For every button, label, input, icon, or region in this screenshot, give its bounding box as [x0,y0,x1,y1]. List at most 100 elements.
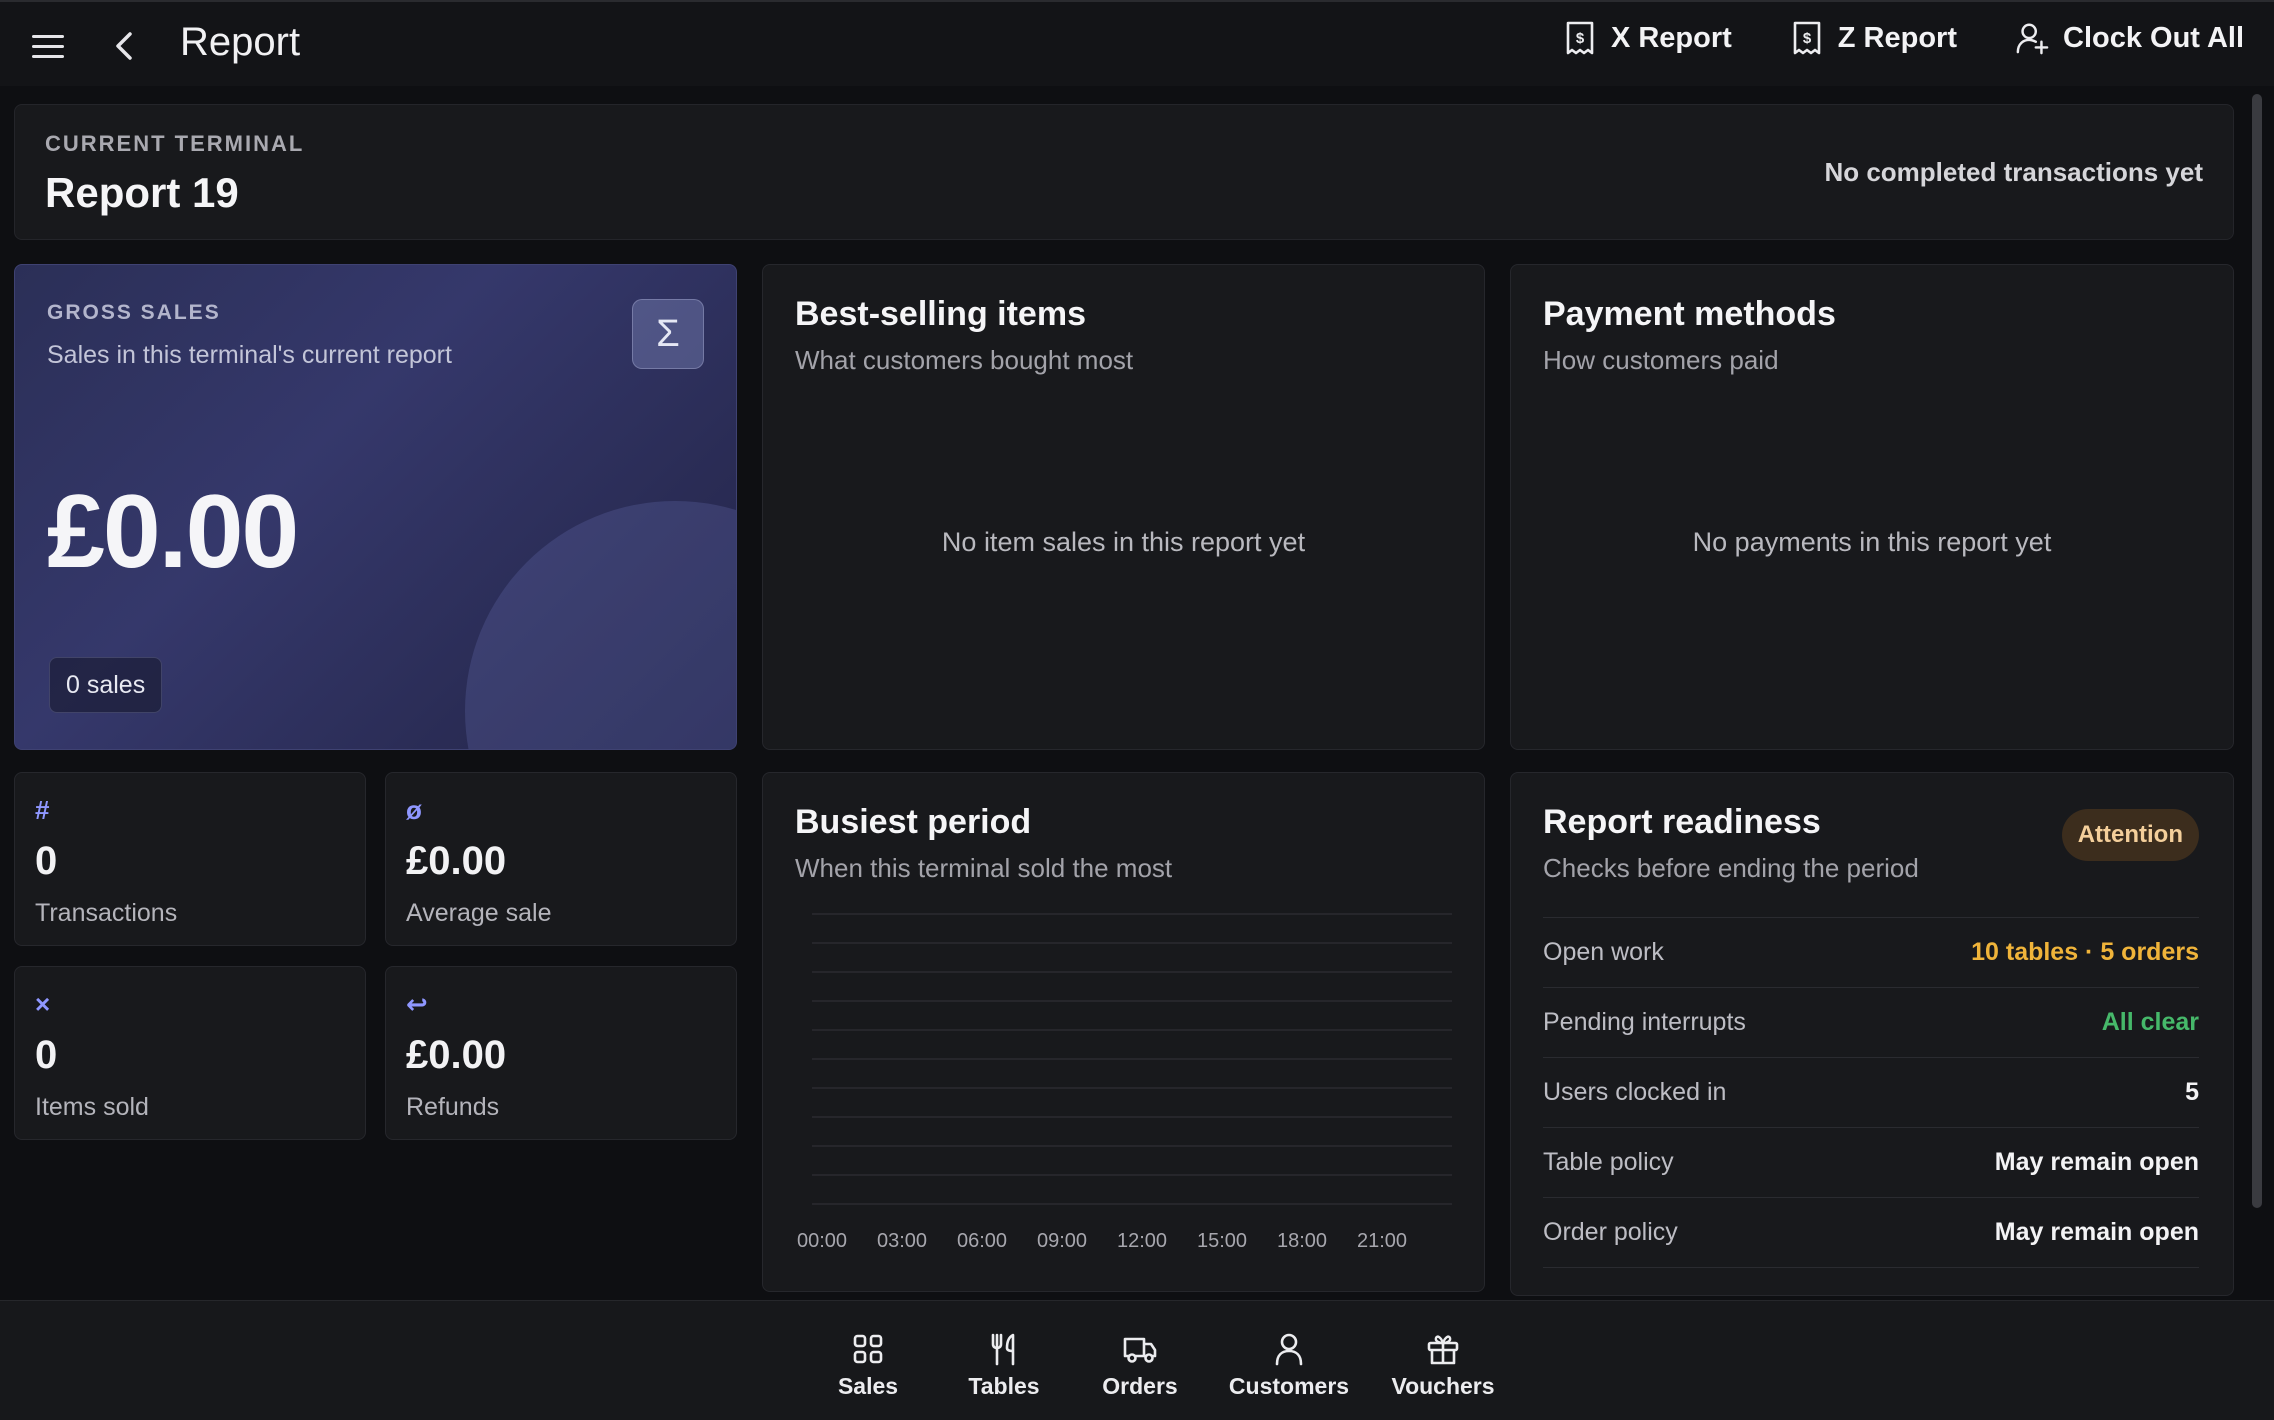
chart-tick-label: 00:00 [797,1230,848,1252]
hash-icon: # [35,795,50,825]
hour-axis: 00:00 03:00 06:00 09:00 12:00 15:00 18:00 21:00 [797,1230,1437,1260]
best-selling-title: Best-selling items [795,295,1086,333]
readiness-key: Users clocked in [1543,1078,1727,1106]
gross-sales-subtitle: Sales in this terminal's current report [47,341,452,369]
readiness-row-divider [1543,1267,2199,1295]
stat-label: Items sold [35,1093,149,1121]
clock-out-all-label: Clock Out All [2063,21,2244,54]
payment-methods-card: Payment methods How customers paid No pa… [1510,264,2234,750]
readiness-value: May remain open [1994,1218,2199,1246]
receipt-icon: $ [1566,21,1594,55]
readiness-key: Table policy [1543,1148,1674,1176]
readiness-row-users-clocked-in: Users clocked in 5 [1543,1057,2199,1127]
chart-tick-label: 09:00 [1037,1230,1088,1252]
stat-value: 0 [35,839,58,883]
x-report-label: X Report [1610,21,1732,54]
nav-label: Customers [1228,1373,1350,1399]
busiest-period-title: Busiest period [795,803,1032,841]
gross-sales-value: £0.00 [47,474,299,590]
decorative-circle [465,501,736,749]
busiest-period-subtitle: When this terminal sold the most [795,853,1173,883]
stat-label: Transactions [35,899,178,927]
readiness-list: Open work 10 tables · 5 orders Pending i… [1543,917,2199,1295]
best-selling-subtitle: What customers bought most [795,345,1134,375]
payment-methods-subtitle: How customers paid [1543,345,1779,375]
payment-methods-empty: No payments in this report yet [1692,527,2052,557]
gift-icon [1427,1335,1459,1365]
stat-label: Average sale [406,899,552,927]
readiness-value: May remain open [1994,1148,2199,1176]
nav-item-vouchers[interactable]: Vouchers [1370,1331,1516,1400]
stat-value: £0.00 [406,1033,507,1077]
menu-icon[interactable] [28,26,68,66]
chart-tick-label: 03:00 [877,1230,928,1252]
nav-label: Orders [1102,1373,1178,1399]
user-plus-icon [2016,23,2049,55]
report-readiness-card: Report readiness Checks before ending th… [1510,772,2234,1296]
chart-tick-label: 15:00 [1197,1230,1248,1252]
stat-label: Refunds [406,1093,500,1121]
sigma-icon: Σ [632,299,704,369]
top-bar: Report $ X Report $ Z Report Clock Out A… [0,0,2274,86]
stat-value: £0.00 [406,839,507,883]
receipt-icon: $ [1793,21,1821,55]
readiness-key: Pending interrupts [1543,1008,1746,1036]
chart-tick-label: 06:00 [957,1230,1008,1252]
best-selling-card: Best-selling items What customers bought… [762,264,1485,750]
gross-sales-eyebrow: GROSS SALES [47,301,221,324]
chart-tick-label: 12:00 [1117,1230,1168,1252]
readiness-row-table-policy: Table policy May remain open [1543,1127,2199,1197]
nav-item-sales[interactable]: Sales [800,1331,936,1400]
readiness-subtitle: Checks before ending the period [1543,853,1919,883]
terminal-title: Report 19 [45,169,239,216]
terminal-status: No completed transactions yet [1824,157,2203,187]
stat-value: 0 [35,1033,58,1077]
terminal-card: CURRENT TERMINAL Report 19 No completed … [14,104,2234,240]
readiness-row-pending-interrupts: Pending interrupts All clear [1543,987,2199,1057]
x-report-button[interactable]: $ X Report [1563,20,1732,56]
readiness-key: Open work [1543,938,1664,966]
bottom-nav: Sales Tables Orders Customers Vouchers [0,1300,2274,1420]
chart-tick-label: 21:00 [1357,1230,1408,1252]
readiness-value: 10 tables · 5 orders [1971,938,2199,966]
scrollbar[interactable] [2252,94,2262,1208]
stat-refunds: ↩ £0.00 Refunds [385,966,737,1140]
return-icon: ↩ [406,989,428,1019]
gross-sales-card: GROSS SALES Sales in this terminal's cur… [14,264,737,750]
readiness-row-order-policy: Order policy May remain open [1543,1197,2199,1267]
top-actions: $ X Report $ Z Report Clock Out All [1563,20,2244,56]
attention-badge: Attention [2061,809,2199,861]
average-icon: ø [406,795,422,825]
clock-out-all-button[interactable]: Clock Out All [2015,20,2244,56]
readiness-key: Order policy [1543,1218,1678,1246]
back-icon[interactable] [106,26,146,66]
payment-methods-title: Payment methods [1543,295,1836,333]
multiply-icon: × [35,989,51,1019]
chart-tick-label: 18:00 [1277,1230,1328,1252]
z-report-label: Z Report [1837,21,1957,54]
readiness-value: 5 [2185,1078,2199,1106]
readiness-title: Report readiness [1543,803,1821,841]
nav-label: Sales [837,1373,899,1399]
best-selling-empty: No item sales in this report yet [941,527,1306,557]
z-report-button[interactable]: $ Z Report [1790,20,1957,56]
nav-item-orders[interactable]: Orders [1072,1331,1208,1400]
nav-label: Vouchers [1391,1373,1495,1399]
nav-item-customers[interactable]: Customers [1208,1331,1370,1400]
page-title: Report [180,20,301,64]
sales-count-chip: 0 sales [49,657,163,713]
user-icon [1275,1333,1303,1366]
stat-average-sale: ø £0.00 Average sale [385,772,737,946]
utensils-icon [991,1333,1015,1366]
stat-items-sold: × 0 Items sold [14,966,366,1140]
terminal-eyebrow: CURRENT TERMINAL [45,131,305,156]
nav-label: Tables [968,1373,1040,1399]
busiest-period-chart [812,913,1452,1205]
nav-item-tables[interactable]: Tables [936,1331,1072,1400]
svg-text:$: $ [1576,30,1585,47]
readiness-value: All clear [2101,1008,2199,1036]
readiness-row-open-work: Open work 10 tables · 5 orders [1543,917,2199,987]
truck-icon [1123,1337,1157,1363]
stat-transactions: # 0 Transactions [14,772,366,946]
grid-icon [853,1334,883,1364]
